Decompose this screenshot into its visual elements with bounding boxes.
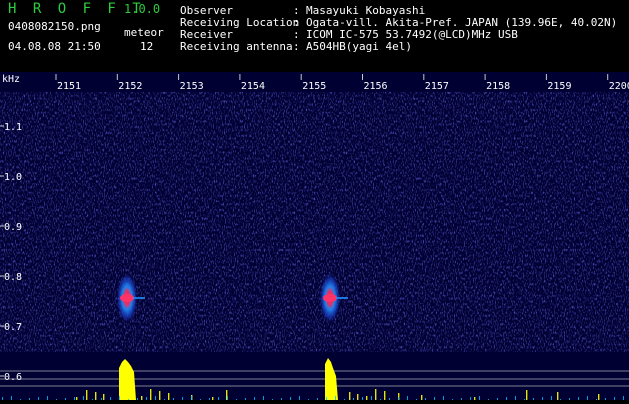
level-bar [357,394,359,400]
time-tick-label: 2151 [57,81,81,92]
freq-tick-label: 0.8 [4,272,22,283]
time-tick-label: 2154 [241,81,265,92]
freq-tick-label: 1.0 [4,172,22,183]
level-bar [86,390,88,400]
freq-tick-label: 1.1 [4,122,22,133]
level-bar [598,394,600,400]
level-bar [141,396,143,400]
meteor-echo-core [323,294,337,302]
noise-texture [0,92,629,352]
noise-level-bar [263,396,264,400]
level-bar [150,389,152,400]
meteor-echo-tail [133,297,145,299]
level-bar [103,394,105,400]
antenna-value: A504HB(yagi 4el) [306,40,412,53]
level-bar [366,396,368,400]
level-bar [95,392,97,400]
spectrogram-panel: 2151 2152 2153 2154 2155 2156 2157 2158 2159 2200… [0,72,629,400]
app-version: 1.0.0 [124,2,161,16]
time-tick-label: 2156 [364,81,388,92]
noise-level-bar [551,396,552,400]
filename: 0408082150.png [8,20,101,33]
noise-level-bar [299,396,300,400]
freq-tick-label: 0.9 [4,222,22,233]
noise-level-bar [407,396,408,400]
level-bar [557,392,559,400]
spectrogram: 2151 2152 2153 2154 2155 2156 2157 2158 2159 2200… [0,72,629,400]
noise-level-bar [587,396,588,400]
level-bar [384,391,386,400]
freq-tick-label: 0.6 [4,372,22,383]
noise-level-bar [11,396,12,400]
noise-level-bar [623,396,624,400]
noise-level-bar [479,396,480,400]
meteor-echo-core [120,294,134,302]
antenna-label: Receiving antenna [180,40,293,53]
noise-level-bar [371,396,372,400]
noise-level-bar [227,396,228,400]
time-tick-label: 2200 [609,81,629,92]
time-tick-label: 2155 [302,81,326,92]
y-unit-label: kHz [2,74,20,85]
time-tick-label: 2152 [118,81,142,92]
freq-tick-label: 0.7 [4,322,22,333]
noise-level-bar [83,396,84,400]
time-tick-label: 2157 [425,81,449,92]
time-tick-label: 2158 [486,81,510,92]
level-bar [168,393,170,400]
antenna-colon: : [293,40,300,53]
noise-level-bar [515,396,516,400]
meteor-label: meteor [124,26,164,39]
noise-level-bar [119,396,120,400]
datetime: 04.08.08 21:50 [8,40,101,53]
noise-level-bar [191,396,192,400]
level-bar [526,390,528,400]
noise-level-bar [335,396,336,400]
header-panel: H R O F F T 1.0.0 0408082150.png 04.08.0… [0,0,629,72]
level-bar [421,395,423,400]
time-tick-label: 2159 [547,81,571,92]
time-tick-label: 2153 [180,81,204,92]
noise-level-bar [443,396,444,400]
level-bar [349,392,351,400]
level-bar [159,391,161,400]
meteor-count: 12 [140,40,154,53]
meteor-echo-tail [336,297,348,299]
level-bar [375,389,377,400]
noise-level-bar [47,396,48,400]
noise-level-bar [155,396,156,400]
